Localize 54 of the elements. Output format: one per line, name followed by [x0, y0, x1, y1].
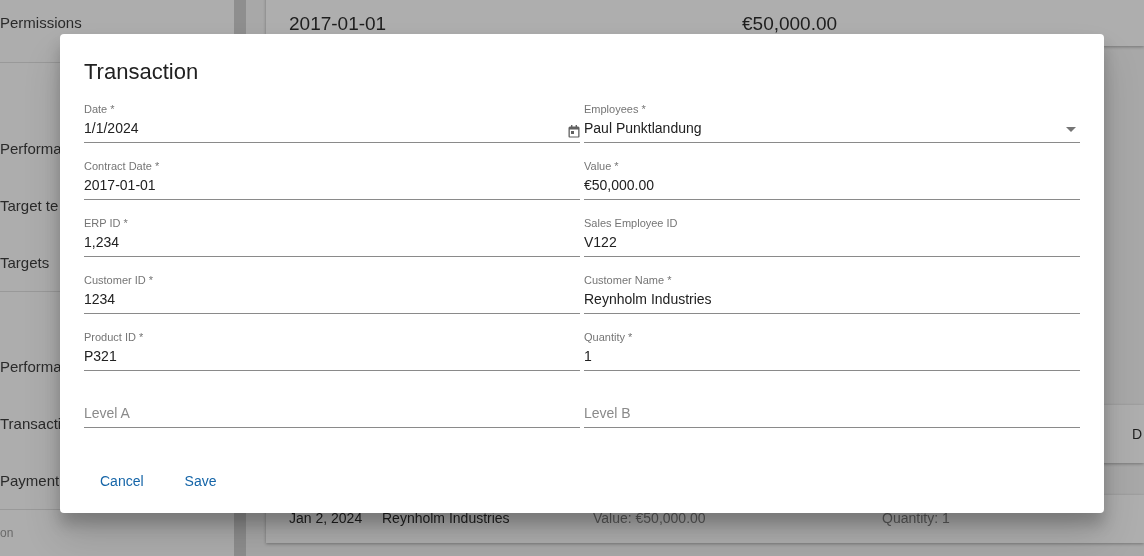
sidebar-item[interactable]: Permissions [0, 14, 82, 32]
input-field[interactable]: Customer ID * 1234 [84, 272, 580, 314]
input-field[interactable]: Level B [584, 386, 1080, 428]
field-value: €50,000.00 [584, 176, 656, 195]
card-text: D [1131, 424, 1142, 444]
sidebar-footer-text: on [0, 525, 14, 542]
field-value: 1 [584, 347, 593, 366]
field-value: V122 [584, 233, 618, 252]
select-field[interactable]: Employees * Paul Punktlandung [584, 101, 1080, 143]
field-label: Product ID * [84, 330, 145, 344]
field-label: Sales Employee ID [584, 216, 679, 230]
field-label: Value * [584, 159, 620, 173]
field-placeholder: Level A [84, 404, 131, 423]
input-field[interactable]: Contract Date * 2017-01-01 [84, 158, 580, 200]
field-value: 2017-01-01 [84, 176, 157, 195]
field-label: Customer ID * [84, 273, 155, 287]
input-field[interactable]: Product ID * P321 [84, 329, 580, 371]
card-date: 2017-01-01 [289, 11, 388, 36]
field-placeholder: Level B [584, 404, 632, 423]
field-value: Reynholm Industries [584, 290, 713, 309]
field-label: Employees * [584, 102, 647, 116]
caret-icon[interactable] [1066, 127, 1076, 132]
field-label: Date * [84, 102, 116, 116]
sidebar-item[interactable]: Performa [0, 139, 62, 158]
field-label: ERP ID * [84, 216, 129, 230]
sidebar-item[interactable]: Performa [0, 357, 62, 376]
save-button[interactable]: Save [168, 463, 233, 499]
card-value: €50,000.00 [742, 11, 838, 36]
input-field[interactable]: Sales Employee ID V122 [584, 215, 1080, 257]
input-field[interactable]: Value * €50,000.00 [584, 158, 1080, 200]
sidebar-item[interactable]: Payment [0, 471, 60, 490]
sidebar-item[interactable]: Target te [0, 196, 59, 215]
field-value: P321 [84, 347, 118, 366]
field-value: Paul Punktlandung [584, 119, 703, 138]
input-field[interactable]: Level A [84, 386, 580, 428]
card-quantity: Quantity: 1 [882, 509, 950, 528]
dialog-title: Transaction [84, 58, 199, 86]
field-label: Quantity * [584, 330, 634, 344]
card-value: Value: €50,000.00 [593, 509, 707, 528]
field-label: Customer Name * [584, 273, 673, 287]
sidebar-item[interactable]: Targets [0, 253, 50, 272]
card-customer: Reynholm Industries [382, 509, 511, 528]
field-value: 1234 [84, 290, 117, 309]
card-date: Jan 2, 2024 [289, 509, 364, 528]
field-value: 1,234 [84, 233, 121, 252]
input-field[interactable]: Customer Name * Reynholm Industries [584, 272, 1080, 314]
field-value: 1/1/2024 [84, 119, 140, 138]
sidebar-item[interactable]: Transacti [0, 414, 62, 433]
cancel-button[interactable]: Cancel [84, 463, 160, 499]
input-field[interactable]: ERP ID * 1,234 [84, 215, 580, 257]
input-field[interactable]: Date * 1/1/2024 [84, 101, 580, 143]
calendar-icon[interactable] [568, 125, 580, 138]
input-field[interactable]: Quantity * 1 [584, 329, 1080, 371]
field-label: Contract Date * [84, 159, 161, 173]
